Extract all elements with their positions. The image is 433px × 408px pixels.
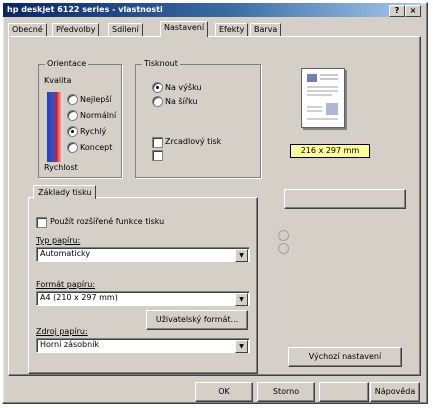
apply-button[interactable]: [319, 382, 369, 402]
mirror-print-checkbox[interactable]: [152, 137, 163, 148]
tab-effects[interactable]: Efekty: [215, 23, 249, 36]
custom-size-button[interactable]: Uživatelský formát...: [146, 310, 248, 330]
quality-option-best: Nejlepší: [80, 95, 112, 104]
chevron-down-icon[interactable]: ▼: [235, 249, 248, 262]
paper-type-select[interactable]: Automaticky ▼: [36, 247, 250, 262]
quality-gradient: [47, 92, 63, 162]
chevron-down-icon[interactable]: ▼: [235, 293, 248, 306]
disabled-radio-1[interactable]: [278, 230, 289, 241]
close-icon[interactable]: ×: [405, 5, 421, 17]
mirror-print-label: Zrcadlový tisk: [165, 137, 222, 146]
second-checkbox[interactable]: [152, 150, 163, 161]
tab-color[interactable]: Barva: [250, 23, 282, 36]
paper-type-value: Automaticky: [40, 249, 91, 258]
quality-option-fast: Rychlý: [80, 127, 107, 136]
paper-size-field-label: Formát papíru:: [36, 280, 96, 289]
speed-label: Rychlost: [44, 163, 78, 172]
quality-option-normal: Normální: [80, 111, 117, 120]
window-title: hp deskjet 6122 series - vlastnosti: [7, 5, 163, 14]
quality-radio-best[interactable]: [67, 94, 78, 105]
paper-size-label: 216 x 297 mm: [290, 144, 370, 158]
tab-sharing[interactable]: Sdílení: [108, 23, 143, 36]
quality-radio-normal[interactable]: [67, 110, 78, 121]
help-button[interactable]: Nápověda: [370, 382, 420, 402]
landscape-radio[interactable]: [152, 96, 163, 107]
page-preview: [301, 68, 345, 128]
landscape-label: Na šířku: [165, 97, 198, 106]
paper-type-label: Typ papíru:: [36, 236, 81, 245]
cancel-button[interactable]: Storno: [257, 382, 315, 402]
tab-general[interactable]: Obecné: [8, 23, 47, 36]
quality-radio-fast[interactable]: [67, 126, 78, 137]
advanced-features-checkbox[interactable]: [36, 217, 47, 228]
tab-settings[interactable]: Nastavení: [160, 21, 209, 37]
paper-source-value: Horní zásobník: [40, 340, 100, 349]
paper-size-value: A4 (210 x 297 mm): [40, 293, 118, 302]
print-orientation-legend: Tisknout: [142, 59, 180, 68]
quality-option-draft: Koncept: [80, 143, 113, 152]
portrait-radio[interactable]: [152, 82, 163, 93]
tab-preferences[interactable]: Předvolby: [52, 23, 100, 36]
disabled-option-button[interactable]: [284, 189, 406, 209]
paper-size-select[interactable]: A4 (210 x 297 mm) ▼: [36, 291, 250, 306]
paper-source-select[interactable]: Horní zásobník ▼: [36, 338, 250, 353]
page-preview-icon: [307, 74, 338, 120]
disabled-radio-2[interactable]: [278, 243, 289, 254]
quality-label: Kvalita: [44, 76, 72, 85]
default-settings-button[interactable]: Výchozí nastavení: [288, 347, 402, 367]
orientation-legend: Orientace: [45, 59, 89, 68]
ok-button[interactable]: OK: [195, 382, 253, 402]
portrait-label: Na výšku: [165, 83, 202, 92]
quality-radio-draft[interactable]: [67, 142, 78, 153]
tab-basics[interactable]: Základy tisku: [33, 185, 97, 199]
help-icon[interactable]: ?: [389, 5, 405, 17]
title-bar: hp deskjet 6122 series - vlastnosti ? ×: [3, 3, 421, 17]
advanced-features-label: Použít rozšířené funkce tisku: [50, 217, 165, 226]
chevron-down-icon[interactable]: ▼: [235, 340, 248, 353]
paper-source-label: Zdroj papíru:: [36, 327, 88, 336]
